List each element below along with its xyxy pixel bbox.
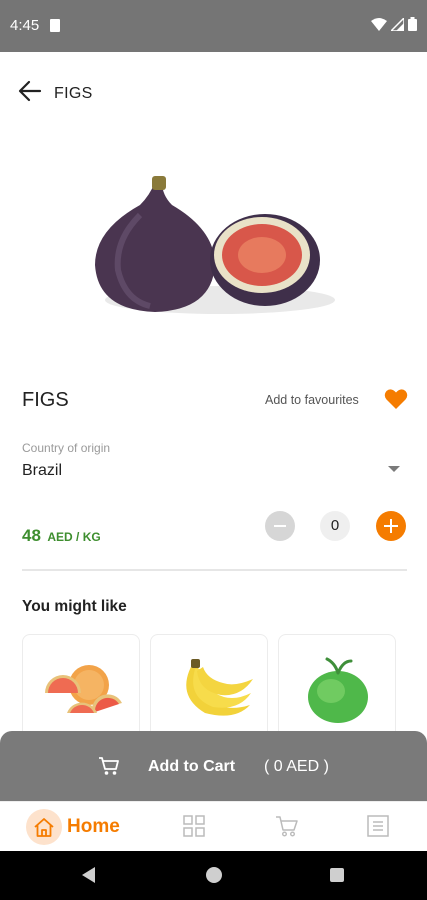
status-icons [371,17,417,31]
sd-card-icon [50,19,60,32]
origin-select[interactable] [20,458,407,486]
cart-icon [99,757,119,775]
back-button[interactable] [18,80,48,106]
nav-cart[interactable] [275,815,299,842]
recommendations-title: You might like [22,598,127,615]
banana-image [186,659,253,716]
price-unit: AED / KG [47,530,101,544]
dropdown-arrow-icon [388,466,400,472]
list-icon [367,815,389,837]
decrease-quantity-button[interactable] [265,511,295,541]
heart-icon [384,389,408,409]
page-title: FIGS [54,85,93,102]
arrow-left-icon [18,80,42,102]
cart-icon [276,816,298,837]
signal-icon [391,17,404,31]
grid-icon [183,815,205,837]
nav-orders[interactable] [367,815,389,842]
recommendation-card-banana[interactable] [150,634,268,744]
nav-categories[interactable] [183,815,205,842]
wifi-icon [371,17,387,31]
home-icon [34,818,54,837]
add-to-favourites-label[interactable]: Add to favourites [265,393,359,407]
status-time: 4:45 [10,17,40,34]
product-image [80,160,350,330]
system-nav-bar [0,851,427,900]
coconut-image [308,657,368,723]
system-back-icon[interactable] [82,867,95,883]
price: 48 AED / KG [22,526,101,546]
add-to-cart-button[interactable]: Add to Cart ( 0 AED ) [0,731,427,801]
recommendation-card-grapefruit[interactable] [22,634,140,744]
recommendation-card-coconut[interactable] [278,634,396,744]
status-bar: 4:45 [0,0,427,52]
divider [22,569,407,571]
nav-home-label: Home [67,816,120,837]
app-bar: FIGS [0,52,427,132]
bottom-nav: Home [0,801,427,851]
system-recents-icon[interactable] [330,868,344,882]
battery-icon [408,17,417,31]
product-name: FIGS [22,389,69,411]
add-to-cart-label: Add to Cart [148,758,236,775]
grapefruit-image [45,665,122,713]
favourite-button[interactable] [384,388,408,410]
nav-home[interactable]: Home [26,808,120,846]
origin-value: Brazil [22,462,63,479]
figs-image [95,176,335,314]
origin-label: Country of origin [22,441,111,455]
increase-quantity-button[interactable] [376,511,406,541]
home-icon-circle [26,809,62,845]
cart-total: ( 0 AED ) [264,758,329,775]
system-home-icon[interactable] [206,867,222,883]
price-amount: 48 [22,526,41,545]
quantity-value: 0 [320,511,350,541]
